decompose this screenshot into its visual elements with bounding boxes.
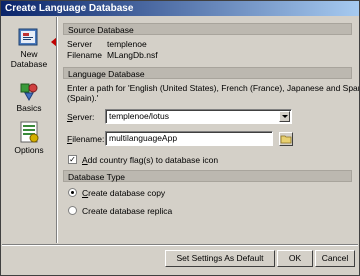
language-server-select[interactable]: templenoe/lotus (105, 109, 292, 124)
options-icon (20, 121, 39, 143)
sidebar-item-new-database[interactable]: New Database (2, 25, 57, 69)
add-flag-checkbox[interactable]: ✓ (68, 155, 77, 164)
chevron-down-icon[interactable] (279, 111, 290, 122)
label-rest: ilename: (72, 134, 105, 144)
source-filename-label: Filename (67, 50, 102, 60)
browse-folder-button[interactable] (279, 132, 293, 146)
ok-button[interactable]: OK (277, 250, 313, 267)
create-copy-radio[interactable] (68, 188, 77, 197)
section-header-language-database: Language Database (63, 67, 352, 79)
button-label: OK (288, 253, 302, 263)
sidebar-item-label: Options (14, 145, 44, 155)
sidebar-item-label: Database (10, 59, 48, 69)
create-replica-label: Create database replica (82, 206, 173, 216)
sidebar-divider (56, 17, 58, 243)
sidebar-item-label: New (20, 49, 38, 59)
basics-icon (20, 83, 38, 102)
set-settings-as-default-button[interactable]: Set Settings As Default (165, 250, 275, 267)
language-server-label: Server: (67, 112, 94, 122)
create-copy-label: Create database copy (82, 188, 165, 198)
database-icon (18, 28, 38, 46)
create-replica-radio[interactable] (68, 206, 77, 215)
create-language-database-dialog: Create Language Database New Database Ba… (0, 0, 360, 276)
wizard-sidebar: New Database Basics Options (2, 17, 57, 243)
label-rest: dd country flag(s) to database icon (87, 155, 219, 165)
button-label: Set Settings As Default (176, 253, 264, 263)
cancel-button[interactable]: Cancel (315, 250, 355, 267)
button-label: Cancel (321, 253, 349, 263)
language-instructions-line2: (Spain).' (67, 93, 99, 103)
folder-icon (280, 135, 292, 144)
section-header-source-database: Source Database (63, 23, 352, 35)
sidebar-item-label: Basics (16, 103, 42, 113)
source-filename-value: MLangDb.nsf (107, 50, 158, 60)
add-flag-checkbox-label: Add country flag(s) to database icon (82, 155, 218, 165)
footer-divider (2, 244, 358, 246)
section-header-database-type: Database Type (63, 170, 352, 182)
source-server-value: templenoe (107, 39, 147, 49)
sidebar-item-basics[interactable]: Basics (2, 79, 56, 113)
label-rest: erver: (72, 112, 95, 122)
source-server-label: Server (67, 39, 93, 49)
sidebar-item-options[interactable]: Options (2, 119, 56, 155)
language-filename-value: multilanguageApp (109, 133, 178, 143)
label-rest: reate database copy (88, 188, 166, 198)
language-filename-label: Filename: (67, 134, 104, 144)
language-instructions-line1: Enter a path for 'English (United States… (67, 83, 360, 93)
language-server-value: templenoe/lotus (109, 111, 170, 121)
language-filename-input[interactable]: multilanguageApp (105, 131, 273, 146)
window-title: Create Language Database (1, 1, 359, 16)
